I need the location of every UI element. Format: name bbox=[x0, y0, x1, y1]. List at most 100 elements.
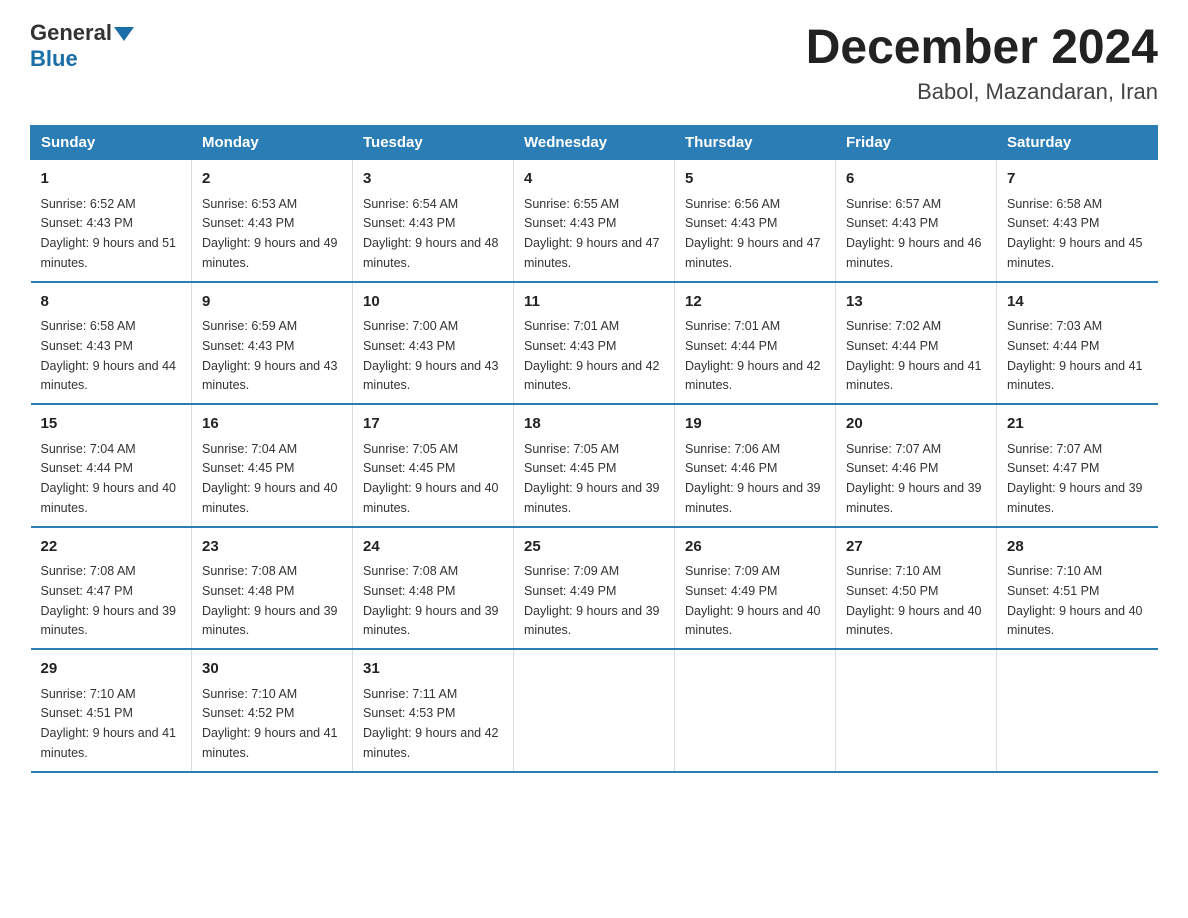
day-cell bbox=[997, 649, 1158, 772]
day-cell: 7 Sunrise: 6:58 AM Sunset: 4:43 PM Dayli… bbox=[997, 160, 1158, 282]
sunset-info: Sunset: 4:53 PM bbox=[363, 706, 455, 720]
sunrise-info: Sunrise: 7:02 AM bbox=[846, 319, 941, 333]
day-cell: 24 Sunrise: 7:08 AM Sunset: 4:48 PM Dayl… bbox=[353, 527, 514, 650]
daylight-info: Daylight: 9 hours and 48 minutes. bbox=[363, 236, 499, 270]
day-cell: 8 Sunrise: 6:58 AM Sunset: 4:43 PM Dayli… bbox=[31, 282, 192, 405]
sunset-info: Sunset: 4:49 PM bbox=[685, 584, 777, 598]
week-row-2: 8 Sunrise: 6:58 AM Sunset: 4:43 PM Dayli… bbox=[31, 282, 1158, 405]
sunrise-info: Sunrise: 6:57 AM bbox=[846, 197, 941, 211]
day-cell: 29 Sunrise: 7:10 AM Sunset: 4:51 PM Dayl… bbox=[31, 649, 192, 772]
day-number: 18 bbox=[524, 413, 664, 436]
header-row: Sunday Monday Tuesday Wednesday Thursday… bbox=[31, 126, 1158, 160]
sunset-info: Sunset: 4:43 PM bbox=[1007, 216, 1099, 230]
day-cell: 26 Sunrise: 7:09 AM Sunset: 4:49 PM Dayl… bbox=[675, 527, 836, 650]
calendar-table: Sunday Monday Tuesday Wednesday Thursday… bbox=[30, 125, 1158, 773]
daylight-info: Daylight: 9 hours and 40 minutes. bbox=[1007, 604, 1143, 638]
day-cell: 9 Sunrise: 6:59 AM Sunset: 4:43 PM Dayli… bbox=[192, 282, 353, 405]
sunset-info: Sunset: 4:47 PM bbox=[41, 584, 133, 598]
sunset-info: Sunset: 4:43 PM bbox=[363, 339, 455, 353]
sunset-info: Sunset: 4:45 PM bbox=[363, 461, 455, 475]
day-number: 16 bbox=[202, 413, 342, 436]
col-thursday: Thursday bbox=[675, 126, 836, 160]
day-cell: 1 Sunrise: 6:52 AM Sunset: 4:43 PM Dayli… bbox=[31, 160, 192, 282]
week-row-5: 29 Sunrise: 7:10 AM Sunset: 4:51 PM Dayl… bbox=[31, 649, 1158, 772]
sunset-info: Sunset: 4:43 PM bbox=[41, 339, 133, 353]
daylight-info: Daylight: 9 hours and 40 minutes. bbox=[846, 604, 982, 638]
daylight-info: Daylight: 9 hours and 44 minutes. bbox=[41, 359, 177, 393]
daylight-info: Daylight: 9 hours and 43 minutes. bbox=[363, 359, 499, 393]
sunrise-info: Sunrise: 6:58 AM bbox=[41, 319, 136, 333]
day-cell: 18 Sunrise: 7:05 AM Sunset: 4:45 PM Dayl… bbox=[514, 404, 675, 527]
day-cell: 30 Sunrise: 7:10 AM Sunset: 4:52 PM Dayl… bbox=[192, 649, 353, 772]
sunset-info: Sunset: 4:44 PM bbox=[846, 339, 938, 353]
sunrise-info: Sunrise: 7:05 AM bbox=[524, 442, 619, 456]
day-number: 3 bbox=[363, 168, 503, 191]
calendar-header: Sunday Monday Tuesday Wednesday Thursday… bbox=[31, 126, 1158, 160]
sunrise-info: Sunrise: 7:10 AM bbox=[41, 687, 136, 701]
sunrise-info: Sunrise: 7:06 AM bbox=[685, 442, 780, 456]
col-tuesday: Tuesday bbox=[353, 126, 514, 160]
daylight-info: Daylight: 9 hours and 43 minutes. bbox=[202, 359, 338, 393]
sunrise-info: Sunrise: 6:53 AM bbox=[202, 197, 297, 211]
title-area: December 2024 Babol, Mazandaran, Iran bbox=[806, 20, 1158, 105]
daylight-info: Daylight: 9 hours and 47 minutes. bbox=[685, 236, 821, 270]
daylight-info: Daylight: 9 hours and 41 minutes. bbox=[846, 359, 982, 393]
calendar-title: December 2024 bbox=[806, 20, 1158, 75]
daylight-info: Daylight: 9 hours and 39 minutes. bbox=[524, 604, 660, 638]
logo-blue-text: Blue bbox=[30, 46, 134, 72]
daylight-info: Daylight: 9 hours and 40 minutes. bbox=[202, 481, 338, 515]
sunset-info: Sunset: 4:49 PM bbox=[524, 584, 616, 598]
day-cell: 31 Sunrise: 7:11 AM Sunset: 4:53 PM Dayl… bbox=[353, 649, 514, 772]
daylight-info: Daylight: 9 hours and 42 minutes. bbox=[524, 359, 660, 393]
sunrise-info: Sunrise: 7:04 AM bbox=[41, 442, 136, 456]
daylight-info: Daylight: 9 hours and 39 minutes. bbox=[524, 481, 660, 515]
day-number: 5 bbox=[685, 168, 825, 191]
day-cell: 5 Sunrise: 6:56 AM Sunset: 4:43 PM Dayli… bbox=[675, 160, 836, 282]
calendar-body: 1 Sunrise: 6:52 AM Sunset: 4:43 PM Dayli… bbox=[31, 160, 1158, 772]
day-number: 26 bbox=[685, 536, 825, 559]
day-cell: 10 Sunrise: 7:00 AM Sunset: 4:43 PM Dayl… bbox=[353, 282, 514, 405]
week-row-4: 22 Sunrise: 7:08 AM Sunset: 4:47 PM Dayl… bbox=[31, 527, 1158, 650]
day-cell: 2 Sunrise: 6:53 AM Sunset: 4:43 PM Dayli… bbox=[192, 160, 353, 282]
day-number: 21 bbox=[1007, 413, 1148, 436]
col-wednesday: Wednesday bbox=[514, 126, 675, 160]
daylight-info: Daylight: 9 hours and 45 minutes. bbox=[1007, 236, 1143, 270]
daylight-info: Daylight: 9 hours and 42 minutes. bbox=[363, 726, 499, 760]
sunset-info: Sunset: 4:45 PM bbox=[524, 461, 616, 475]
day-number: 6 bbox=[846, 168, 986, 191]
daylight-info: Daylight: 9 hours and 39 minutes. bbox=[41, 604, 177, 638]
calendar-subtitle: Babol, Mazandaran, Iran bbox=[806, 79, 1158, 105]
sunset-info: Sunset: 4:44 PM bbox=[41, 461, 133, 475]
daylight-info: Daylight: 9 hours and 41 minutes. bbox=[1007, 359, 1143, 393]
sunrise-info: Sunrise: 7:10 AM bbox=[846, 564, 941, 578]
col-monday: Monday bbox=[192, 126, 353, 160]
day-cell: 28 Sunrise: 7:10 AM Sunset: 4:51 PM Dayl… bbox=[997, 527, 1158, 650]
sunset-info: Sunset: 4:43 PM bbox=[202, 339, 294, 353]
daylight-info: Daylight: 9 hours and 39 minutes. bbox=[685, 481, 821, 515]
day-cell: 17 Sunrise: 7:05 AM Sunset: 4:45 PM Dayl… bbox=[353, 404, 514, 527]
day-cell: 6 Sunrise: 6:57 AM Sunset: 4:43 PM Dayli… bbox=[836, 160, 997, 282]
day-cell: 12 Sunrise: 7:01 AM Sunset: 4:44 PM Dayl… bbox=[675, 282, 836, 405]
sunrise-info: Sunrise: 7:08 AM bbox=[202, 564, 297, 578]
day-cell bbox=[836, 649, 997, 772]
sunset-info: Sunset: 4:43 PM bbox=[685, 216, 777, 230]
day-number: 24 bbox=[363, 536, 503, 559]
col-saturday: Saturday bbox=[997, 126, 1158, 160]
logo-triangle-icon bbox=[114, 27, 134, 41]
sunrise-info: Sunrise: 7:09 AM bbox=[685, 564, 780, 578]
day-cell: 16 Sunrise: 7:04 AM Sunset: 4:45 PM Dayl… bbox=[192, 404, 353, 527]
daylight-info: Daylight: 9 hours and 40 minutes. bbox=[41, 481, 177, 515]
sunset-info: Sunset: 4:50 PM bbox=[846, 584, 938, 598]
sunset-info: Sunset: 4:46 PM bbox=[685, 461, 777, 475]
daylight-info: Daylight: 9 hours and 51 minutes. bbox=[41, 236, 177, 270]
sunrise-info: Sunrise: 7:01 AM bbox=[524, 319, 619, 333]
daylight-info: Daylight: 9 hours and 39 minutes. bbox=[846, 481, 982, 515]
sunrise-info: Sunrise: 7:05 AM bbox=[363, 442, 458, 456]
day-number: 12 bbox=[685, 291, 825, 314]
day-cell: 25 Sunrise: 7:09 AM Sunset: 4:49 PM Dayl… bbox=[514, 527, 675, 650]
day-number: 9 bbox=[202, 291, 342, 314]
day-cell: 21 Sunrise: 7:07 AM Sunset: 4:47 PM Dayl… bbox=[997, 404, 1158, 527]
day-number: 15 bbox=[41, 413, 182, 436]
week-row-3: 15 Sunrise: 7:04 AM Sunset: 4:44 PM Dayl… bbox=[31, 404, 1158, 527]
page-header: General Blue December 2024 Babol, Mazand… bbox=[30, 20, 1158, 105]
